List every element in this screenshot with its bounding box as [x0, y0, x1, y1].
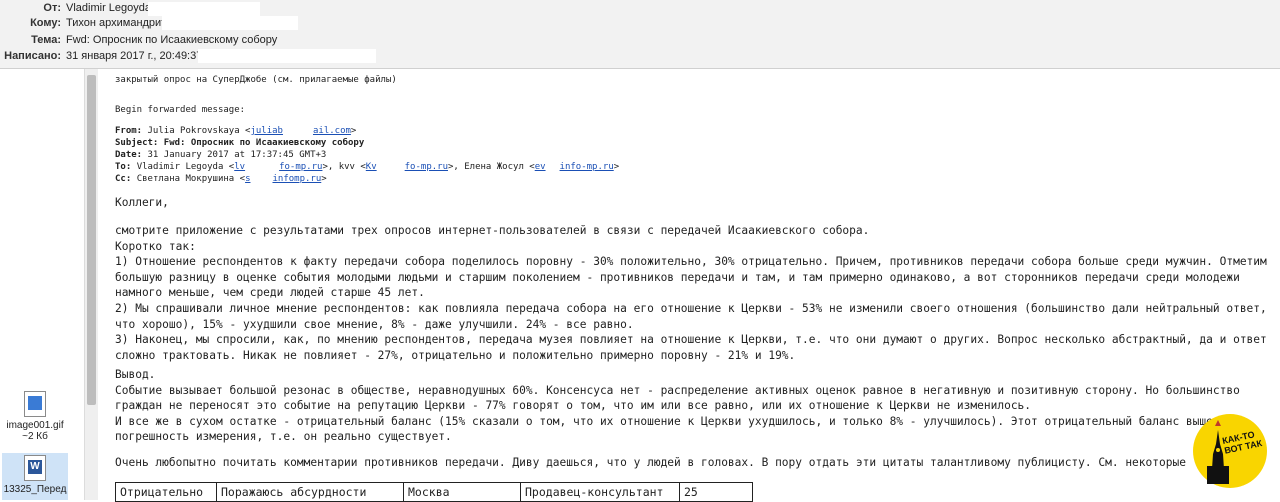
body-line: 3) Наконец, мы спросили, как, по мнению …: [115, 333, 1267, 347]
scrollbar-thumb[interactable]: [87, 75, 96, 405]
email-link[interactable]: s: [245, 174, 250, 184]
to-label: Кому:: [30, 17, 61, 29]
redaction: [148, 2, 260, 16]
body-line: сложно трактовать. Никак не повлияет - 2…: [115, 348, 796, 362]
email-link[interactable]: ev: [535, 162, 546, 172]
fwd-cc-line: Cc: Светлана Мокрушина <s infomp.ru>: [115, 174, 327, 184]
subject-label: Тема:: [31, 34, 61, 46]
forwarded-label: Begin forwarded message:: [115, 105, 246, 115]
email-link[interactable]: lv: [234, 162, 245, 172]
body-line: Коротко так:: [115, 239, 196, 253]
email-link[interactable]: fo-mp.ru: [405, 162, 448, 172]
fwd-from-line: From: Julia Pokrovskaya <juliab ail.com>: [115, 126, 357, 136]
body-line: что хорошо), 15% - ухудшили свое мнение,…: [115, 317, 634, 331]
attachment-item[interactable]: image001.gif ~2 Кб: [2, 391, 68, 442]
email-link[interactable]: ail.com: [313, 126, 351, 136]
word-document-icon: W: [24, 455, 46, 481]
conclusion-paragraph: Вывод. Событие вызывает большой резонас …: [115, 367, 1240, 445]
body-line: смотрите приложение с результатами трех …: [115, 224, 870, 237]
date-value: 31 января 2017 г., 20:49:37: [66, 50, 203, 62]
gif-file-icon: [24, 391, 46, 417]
attachment-size: ~2 Кб: [22, 431, 48, 442]
channel-logo: КАК-ТО ВОТ ТАК: [1193, 414, 1267, 488]
body-line: Вывод.: [115, 368, 156, 381]
fwd-subject-line: Subject: Fwd: Опросник по Исаакиевскому …: [115, 138, 365, 148]
body-line: И все же в сухом остатке - отрицательный…: [115, 414, 1213, 428]
email-link[interactable]: infomp.ru: [272, 174, 321, 184]
subject-value: Fwd: Опросник по Исаакиевскому собору: [66, 34, 278, 46]
body-line: 2) Мы спрашивали личное мнение респонден…: [115, 301, 1267, 315]
attachment-item[interactable]: W 13325_Перед: [2, 453, 68, 500]
to-value[interactable]: Тихон архимандрит: [66, 15, 166, 32]
fwd-date-line: Date: 31 January 2017 at 17:37:45 GMT+3: [115, 150, 327, 160]
closing-line: Очень любопытно почитать комментарии про…: [115, 456, 1186, 469]
message-header: От: Vladimir Legoyda Кому: Тихон архиман…: [0, 0, 1280, 69]
table-cell: Продавец-консультант: [520, 482, 680, 502]
redaction: [198, 49, 376, 63]
message-body: закрытый опрос на СуперДжобе (см. прилаг…: [98, 69, 1280, 502]
body-line: Событие вызывает большой резонас в общес…: [115, 383, 1240, 397]
fwd-to-line: To: Vladimir Legoyda <lv fo-mp.ru>, kvv <…: [115, 162, 620, 172]
table-row: Отрицательно Поражаюсь абсурдности Москв…: [115, 482, 753, 502]
table-cell: Отрицательно: [115, 482, 217, 502]
email-link[interactable]: info-mp.ru: [560, 162, 614, 172]
email-link[interactable]: fo-mp.ru: [279, 162, 322, 172]
body-line: 1) Отношение респондентов к факту переда…: [115, 255, 1267, 269]
body-line: граждан не переносят это событие на репу…: [115, 399, 1032, 413]
body-line: большую разницу в оценке события молодым…: [115, 270, 1240, 284]
email-link[interactable]: Kv: [366, 162, 377, 172]
intro-text: закрытый опрос на СуперДжобе (см. прилаг…: [115, 75, 397, 85]
date-label: Написано:: [4, 50, 61, 62]
attachments-panel: image001.gif ~2 Кб W 13325_Перед: [0, 69, 85, 500]
table-cell: 25: [679, 482, 753, 502]
body-line: погрешность измерения, т.е. он реально с…: [115, 430, 452, 444]
attachments-scrollbar[interactable]: [84, 69, 98, 500]
redaction: [162, 16, 298, 30]
attachment-name: image001.gif: [6, 420, 64, 431]
email-link[interactable]: juliab: [250, 126, 283, 136]
body-line: намного меньше, чем среди людей старше 4…: [115, 286, 425, 300]
comments-table: Отрицательно Поражаюсь абсурдности Москв…: [115, 482, 753, 502]
greeting: Коллеги,: [115, 196, 169, 209]
table-cell: Поражаюсь абсурдности: [216, 482, 404, 502]
attachment-name: 13325_Перед: [3, 484, 67, 495]
table-cell: Москва: [403, 482, 521, 502]
body-paragraph: смотрите приложение с результатами трех …: [115, 223, 1267, 363]
